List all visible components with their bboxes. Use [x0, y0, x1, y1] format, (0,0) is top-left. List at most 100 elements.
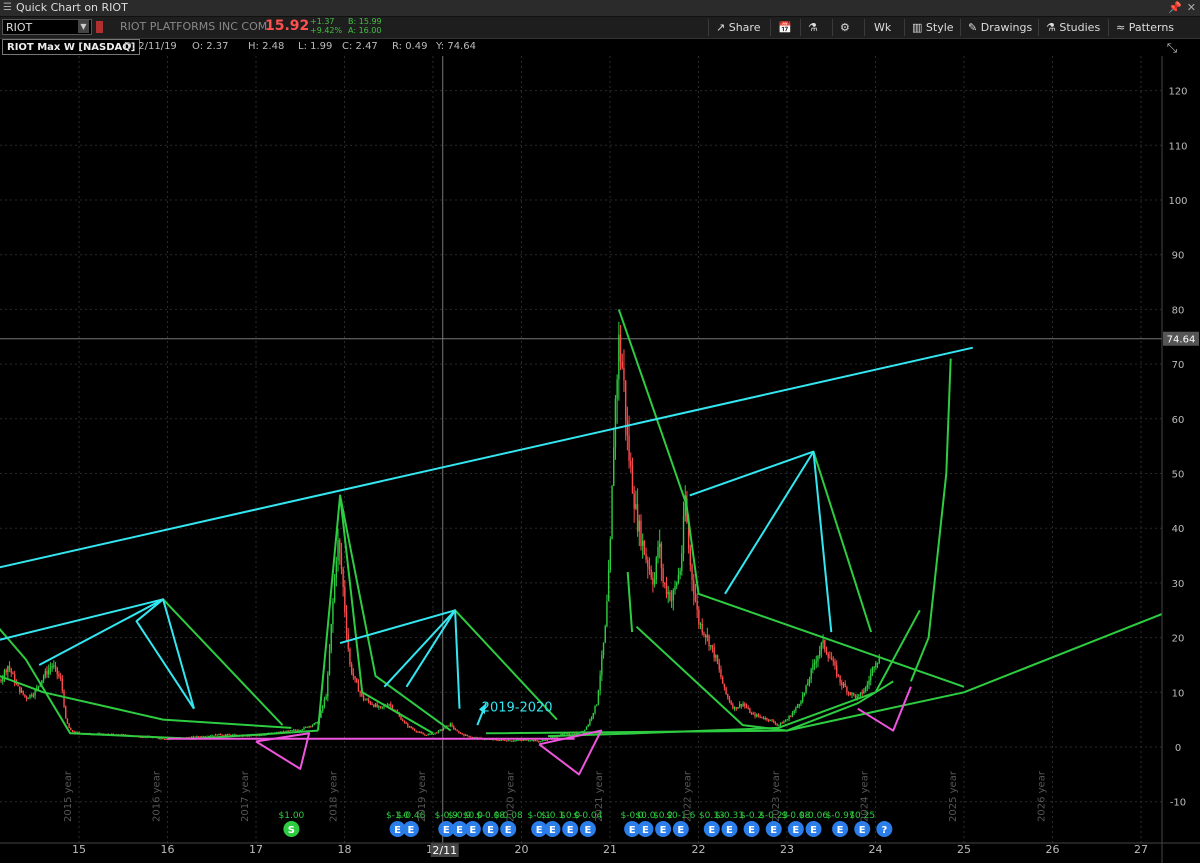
candle-body [51, 665, 53, 668]
year-label: 2021 year [594, 770, 605, 822]
green-trendline [339, 495, 452, 732]
candle-body [332, 601, 334, 624]
candle-body [657, 546, 659, 558]
event-marker-glyph: E [660, 825, 667, 836]
candle-body [703, 632, 705, 635]
candle-body [12, 672, 14, 675]
candle-body [606, 601, 608, 627]
candle-body [839, 675, 841, 683]
y-tick-label: 60 [1172, 415, 1185, 426]
candle-body [429, 733, 431, 735]
candle-body [335, 560, 338, 578]
candle-body [70, 728, 72, 731]
y-tick-label: 90 [1172, 251, 1185, 262]
y-tick-label: 70 [1172, 360, 1185, 371]
candle-body [638, 520, 640, 532]
candle-body [601, 655, 603, 676]
candle-body [766, 717, 768, 720]
candle-body [660, 543, 663, 569]
x-tick-label: 15 [72, 843, 86, 856]
candle-body [647, 559, 649, 567]
candle-body [778, 724, 780, 726]
candle-body [825, 649, 828, 654]
candle-body [761, 716, 763, 718]
event-label: $-0.06 [799, 811, 828, 821]
candle-body [197, 736, 200, 738]
candle-body [526, 739, 528, 741]
candle-body [710, 645, 712, 647]
candle-body [497, 740, 499, 742]
scale-icon: ⤡ [1167, 41, 1178, 56]
candle-body [294, 729, 297, 731]
candle-body [870, 673, 872, 681]
candle-body [677, 574, 680, 583]
candle-body [720, 669, 722, 678]
candle-body [619, 334, 622, 362]
candle-body [732, 704, 734, 709]
event-marker-glyph: S [288, 825, 295, 836]
event-marker-glyph: E [629, 825, 636, 836]
event-marker-glyph: E [748, 825, 755, 836]
candle-body [192, 736, 195, 738]
candle-body [422, 733, 424, 735]
candle-body [405, 722, 407, 724]
candle-body [301, 729, 303, 731]
candle-body [22, 690, 24, 695]
green-trendline [486, 612, 1162, 735]
candle-body [371, 703, 373, 705]
candle-body [48, 669, 50, 675]
y-tick-label: 50 [1172, 470, 1185, 481]
candle-body [599, 675, 601, 691]
year-label: 2022 year [683, 770, 694, 822]
candle-body [585, 726, 588, 730]
price-chart[interactable]: $1.00S$-1.0E$-0.46E$-0.9E$-0.9E$0.0E$-0.… [0, 0, 1200, 863]
candle-body [611, 486, 613, 539]
candle-body [803, 692, 806, 696]
candle-body [420, 732, 423, 734]
candle-body [790, 716, 792, 718]
candle-body [417, 731, 419, 733]
candle-body [214, 734, 217, 736]
candle-body [449, 723, 452, 727]
candle-body [791, 712, 794, 717]
candle-body [20, 690, 23, 693]
candle-body [427, 734, 429, 736]
candle-body [219, 733, 222, 735]
year-label: 2017 year [240, 770, 251, 822]
candle-body [728, 697, 731, 702]
y-tick-label: 110 [1168, 141, 1187, 152]
candle-body [374, 704, 377, 707]
candle-body [369, 701, 372, 704]
candle-body [788, 716, 790, 720]
candle-body [844, 683, 846, 688]
candle-body [32, 695, 35, 697]
candle-body [689, 548, 692, 566]
candle-body [849, 692, 852, 695]
candle-body [163, 738, 166, 740]
candle-body [820, 643, 823, 651]
cyan-trendline [0, 346, 974, 569]
candle-body [330, 623, 332, 651]
candle-body [807, 683, 809, 686]
candle-body [796, 705, 799, 708]
x-tick-label: 24 [869, 843, 883, 856]
candle-body [66, 718, 69, 724]
annotation-label: 2019-2020 [482, 700, 553, 715]
candle-body [747, 707, 749, 709]
candle-body [810, 669, 812, 679]
candle-body [366, 699, 368, 701]
candle-body [721, 677, 724, 684]
candle-body [650, 569, 652, 578]
candle-body [459, 732, 462, 734]
candle-body [621, 361, 623, 368]
candle-body [390, 704, 392, 706]
candle-body [699, 623, 702, 625]
candle-body [614, 398, 617, 448]
candle-body [379, 706, 382, 708]
candle-body [529, 740, 532, 742]
candle-body [672, 590, 675, 600]
candle-body [453, 726, 455, 729]
x-tick-label: 21 [603, 843, 617, 856]
event-marker-glyph: ? [881, 825, 887, 836]
candle-body [533, 739, 535, 742]
